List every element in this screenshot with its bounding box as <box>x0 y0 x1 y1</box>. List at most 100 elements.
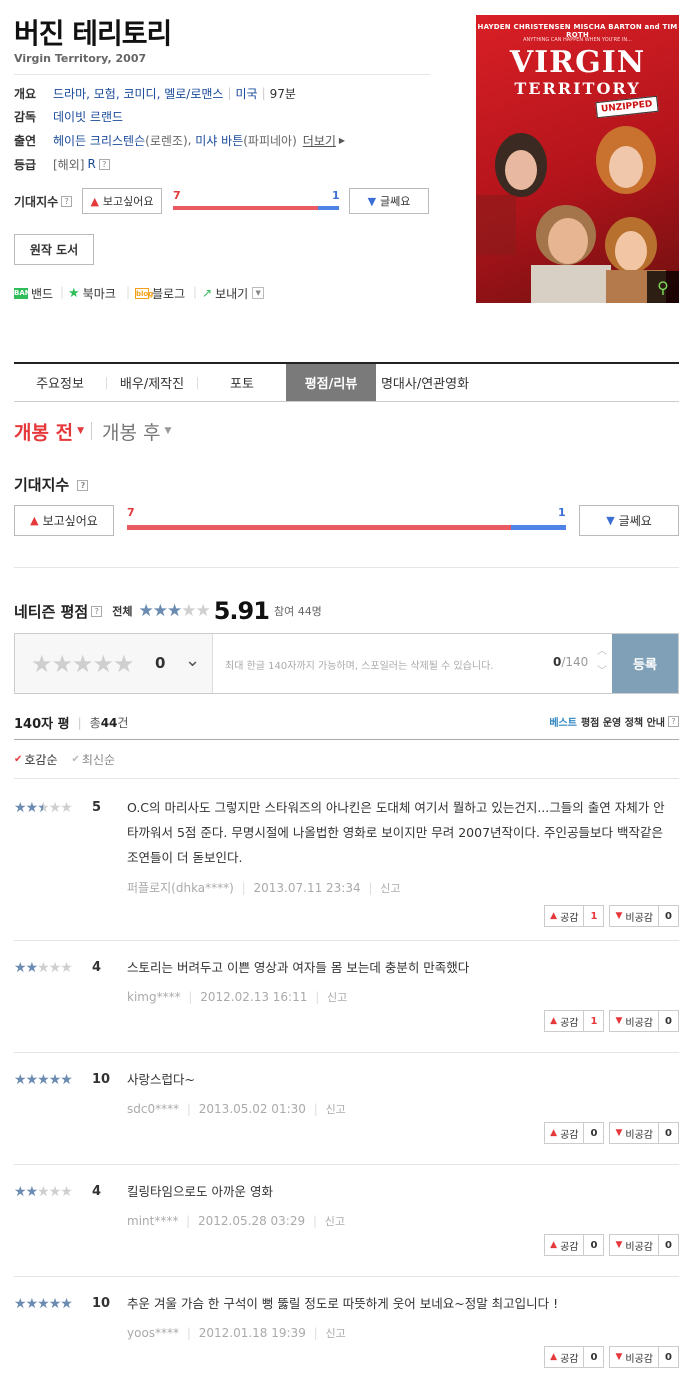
review-input[interactable]: 최대 한글 140자까지 가능하며, 스포일러는 삭제될 수 있습니다. <box>225 657 494 672</box>
review-user[interactable]: mint**** <box>127 1214 178 1228</box>
sympathy-button[interactable]: ▲ 공감 1 <box>544 905 605 927</box>
nah-count: 1 <box>332 189 340 202</box>
rating-stars-selector[interactable]: ★★★★★ <box>31 650 135 678</box>
cast-more-link[interactable]: 더보기 <box>303 132 336 149</box>
review-stars: ★★★★★ <box>14 960 73 976</box>
sympathy-button[interactable]: ▲ 공감 1 <box>544 1010 605 1032</box>
thumbs-down-icon: ▼ <box>615 911 623 921</box>
after-release-toggle[interactable]: 개봉 후 ▼ <box>102 418 171 444</box>
submit-button[interactable]: 등록 <box>612 634 678 693</box>
separator: | <box>126 285 131 299</box>
antipathy-button[interactable]: ▼ 비공감 0 <box>609 1346 679 1368</box>
rating-row: 등급 [해외] R ? <box>14 155 110 173</box>
nah-button[interactable]: ▼ 글쎄요 <box>349 188 429 214</box>
report-link[interactable]: 신고 <box>325 1215 345 1228</box>
share-band[interactable]: BAND 밴드 <box>14 285 53 301</box>
review-item: ★★★★★ 4 킬링타임으로도 아까운 영화 mint**** | 2012.05.2… <box>14 1184 679 1256</box>
review-item: ★★★★★ 10 사랑스럽다~ sdc0**** | 2013.05.02 01:30… <box>14 1072 679 1144</box>
antipathy-count: 0 <box>658 1123 678 1143</box>
cast-link-2[interactable]: 미샤 바튼 <box>195 132 243 149</box>
report-link[interactable]: 신고 <box>326 1327 346 1340</box>
review-user[interactable]: sdc0**** <box>127 1102 179 1116</box>
movie-subtitle: Virgin Territory, 2007 <box>14 52 147 65</box>
antipathy-count: 0 <box>658 1235 678 1255</box>
zoom-icon[interactable]: ⚲ <box>647 271 679 303</box>
help-icon[interactable]: ? <box>98 158 110 170</box>
tab-ratings-reviews[interactable]: 평점/리뷰 <box>286 364 376 401</box>
star-filled-icon: ★ <box>60 1296 73 1312</box>
rating-input-box: ★★★★★ 0 ⌄ 최대 한글 140자까지 가능하며, 스포일러는 삭제될 수… <box>14 633 679 694</box>
country-link[interactable]: 미국 <box>236 85 258 102</box>
antipathy-button[interactable]: ▼ 비공감 0 <box>609 1122 679 1144</box>
antipathy-button[interactable]: ▼ 비공감 0 <box>609 905 679 927</box>
scroll-arrows-icon[interactable]: ︿ ﹀ <box>597 642 607 682</box>
chevron-down-icon[interactable]: ⌄ <box>185 650 200 671</box>
review-item: ★★★★★ 4 스토리는 버려두고 이쁜 영상과 여자들 몸 보는데 충분히 만족했… <box>14 960 679 1032</box>
review-user[interactable]: yoos**** <box>127 1326 179 1340</box>
genre-link[interactable]: 드라마, 모험, 코미디, 멜로/로맨스 <box>53 85 223 102</box>
original-book-button[interactable]: 원작 도서 <box>14 234 94 265</box>
antipathy-label: 비공감 <box>625 912 653 924</box>
want-to-see-button[interactable]: ▲ 보고싶어요 <box>82 188 162 214</box>
director-label: 감독 <box>14 109 37 124</box>
rating-value[interactable]: R <box>87 157 95 171</box>
tab-quotes-related[interactable]: 명대사/연관영화 <box>376 364 474 401</box>
before-release-toggle[interactable]: 개봉 전 ▼ <box>14 418 84 444</box>
director-link[interactable]: 데이빗 르랜드 <box>53 108 123 125</box>
star-filled-icon: ★ <box>60 1072 73 1088</box>
antipathy-button[interactable]: ▼ 비공감 0 <box>609 1234 679 1256</box>
share-send[interactable]: ↗ 보내기 ▼ <box>202 285 265 301</box>
star-half-icon: ★ <box>37 800 50 816</box>
star-filled-icon: ★ <box>48 1072 62 1088</box>
share-bookmark[interactable]: ★ 북마크 <box>68 285 116 301</box>
sort-sympathy[interactable]: 호감순 <box>24 751 57 768</box>
review-user[interactable]: 퍼플로지(dhka****) <box>127 881 234 895</box>
star-filled-icon: ★ <box>14 1072 27 1088</box>
help-icon[interactable]: ? <box>91 605 103 617</box>
cast-link-1[interactable]: 헤이든 크리스텐슨 <box>53 132 145 149</box>
best-link[interactable]: 베스트 <box>549 714 577 729</box>
report-link[interactable]: 신고 <box>327 991 347 1004</box>
tab-photo[interactable]: 포토 <box>198 364 286 401</box>
cast-role-1: (로렌조) <box>145 133 188 148</box>
review-score: 4 <box>92 960 102 975</box>
review-user[interactable]: kimg**** <box>127 990 181 1004</box>
sympathy-button[interactable]: ▲ 공감 0 <box>544 1346 605 1368</box>
want-to-see-button-large[interactable]: ▲ 보고싶어요 <box>14 505 114 536</box>
thumbs-down-icon: ▼ <box>367 194 377 208</box>
thumbs-up-icon: ▲ <box>550 1128 558 1138</box>
sympathy-button[interactable]: ▲ 공감 0 <box>544 1122 605 1144</box>
antipathy-button[interactable]: ▼ 비공감 0 <box>609 1010 679 1032</box>
check-icon: ✔ <box>71 754 80 765</box>
review-score: 10 <box>92 1296 111 1311</box>
sort-latest[interactable]: 최신순 <box>82 751 115 768</box>
tab-cast-crew[interactable]: 배우/제작진 <box>107 364 197 401</box>
help-icon[interactable]: ? <box>668 716 679 727</box>
expect-label-row: 기대지수 ? <box>14 192 73 210</box>
star-empty-icon: ★ <box>60 800 73 816</box>
help-icon[interactable]: ? <box>61 195 73 207</box>
share-blog[interactable]: blog 블로그 <box>135 285 185 301</box>
movie-poster[interactable]: HAYDEN CHRISTENSEN MISCHA BARTON and TIM… <box>476 15 679 303</box>
help-icon[interactable]: ? <box>77 480 89 491</box>
divider <box>14 940 679 941</box>
policy-link-row: 베스트 평점 운영 정책 안내 ? <box>549 714 679 729</box>
movie-title: 버진 테리토리 <box>14 17 172 50</box>
report-link[interactable]: 신고 <box>326 1103 346 1116</box>
sympathy-label: 공감 <box>560 1017 579 1029</box>
tab-main-info[interactable]: 주요정보 <box>14 364 106 401</box>
policy-link[interactable]: 평점 운영 정책 안내 <box>581 714 665 729</box>
nah-button-large[interactable]: ▼ 글쎄요 <box>579 505 679 536</box>
star-filled-icon: ★ <box>25 1072 39 1088</box>
antipathy-label: 비공감 <box>625 1129 653 1141</box>
rating-selector[interactable]: ★★★★★ 0 ⌄ <box>15 634 213 693</box>
netizen-title: 네티즌 평점 <box>14 602 89 621</box>
review-stars: ★★★★★ <box>14 1184 73 1200</box>
want-ratio-bar-large <box>127 525 511 530</box>
thumbs-up-icon: ▲ <box>550 1240 558 1250</box>
rating-label: 등급 <box>14 157 37 172</box>
report-link[interactable]: 신고 <box>380 882 400 895</box>
chevron-down-icon[interactable]: ▼ <box>252 287 265 299</box>
review-score: 10 <box>92 1072 111 1087</box>
sympathy-button[interactable]: ▲ 공감 0 <box>544 1234 605 1256</box>
